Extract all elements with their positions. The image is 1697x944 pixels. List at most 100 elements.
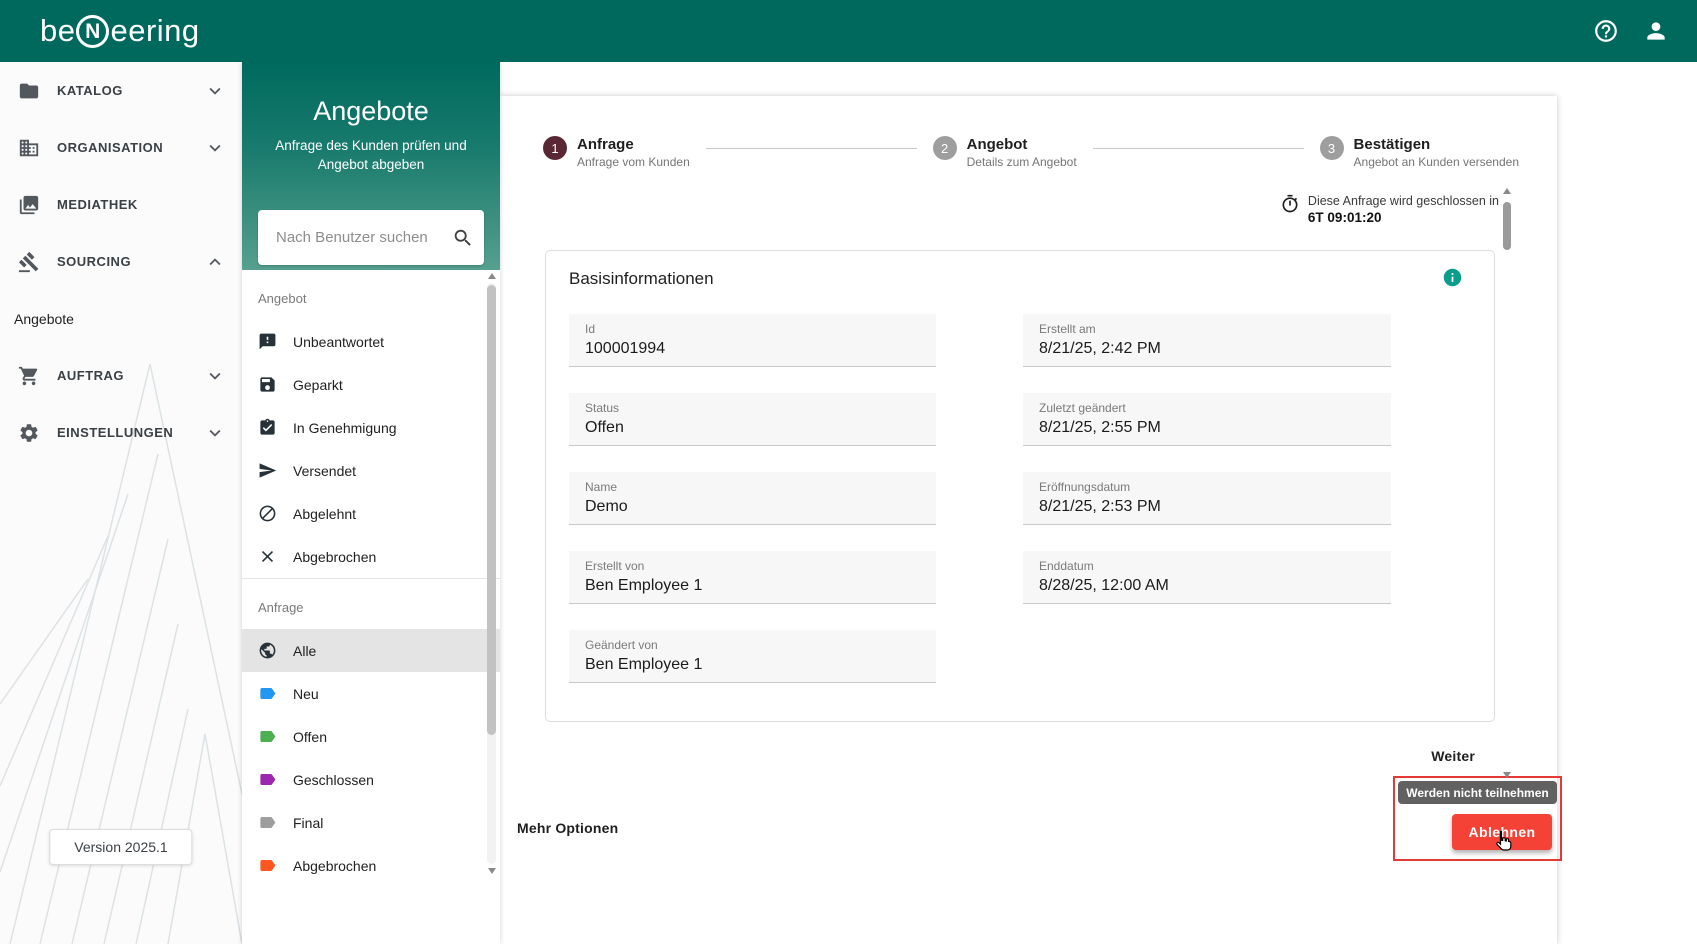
search-input[interactable] (276, 229, 452, 246)
content-sheet: 1 Anfrage Anfrage vom Kunden 2 Angebot D… (500, 96, 1557, 944)
step-number: 3 (1320, 136, 1344, 160)
sidebar: KATALOG ORGANISATION MEDIATHEK SOURCING … (0, 62, 242, 944)
filter-item-unbeantwortet[interactable]: Unbeantwortet (242, 320, 500, 363)
globe-icon (258, 641, 277, 660)
stepper-connector (1093, 148, 1304, 149)
stepper-connector (706, 148, 917, 149)
panel-subtitle: Anfrage des Kunden prüfen und Angebot ab… (242, 136, 500, 174)
step-angebot[interactable]: 2 Angebot Details zum Angebot (933, 136, 1077, 169)
filter-item-abgelehnt[interactable]: Abgelehnt (242, 492, 500, 535)
field-erstellt-von: Erstellt von Ben Employee 1 (569, 551, 936, 604)
step-bestaetigen[interactable]: 3 Bestätigen Angebot an Kunden versenden (1320, 136, 1519, 169)
gavel-icon (18, 251, 40, 273)
sidebar-item-label: ORGANISATION (57, 140, 187, 155)
label-icon (258, 770, 277, 789)
filter-item-offen[interactable]: Offen (242, 715, 500, 758)
sidebar-item-sourcing[interactable]: SOURCING (0, 233, 242, 290)
search-box (258, 210, 484, 265)
brand-suffix: eering (110, 13, 199, 49)
scroll-down-icon[interactable] (1503, 772, 1511, 778)
filter-item-geschlossen[interactable]: Geschlossen (242, 758, 500, 801)
account-icon[interactable] (1643, 18, 1669, 44)
scrollbar-thumb[interactable] (1503, 202, 1511, 250)
help-icon[interactable] (1593, 18, 1619, 44)
label-icon (258, 856, 277, 875)
sidebar-item-organisation[interactable]: ORGANISATION (0, 119, 242, 176)
sidebar-item-label: KATALOG (57, 83, 187, 98)
topbar-actions (1593, 18, 1669, 44)
sidebar-item-angebote[interactable]: Angebote (0, 290, 242, 347)
version-button[interactable]: Version 2025.1 (49, 829, 192, 865)
filter-item-abgebrochen[interactable]: Abgebrochen (242, 535, 500, 578)
panel-header: Angebote Anfrage des Kunden prüfen und A… (242, 62, 500, 270)
field-zuletzt-geaendert: Zuletzt geändert 8/21/25, 2:55 PM (1023, 393, 1391, 446)
chevron-up-icon (204, 251, 226, 273)
filter-item-geparkt[interactable]: Geparkt (242, 363, 500, 406)
filter-panel: Angebote Anfrage des Kunden prüfen und A… (242, 62, 500, 944)
brand-logo: be N eering (40, 13, 200, 49)
step-title: Angebot (967, 136, 1077, 153)
sidebar-item-auftrag[interactable]: AUFTRAG (0, 347, 242, 404)
field-erstellt-am: Erstellt am 8/21/25, 2:42 PM (1023, 314, 1391, 367)
chevron-down-icon (204, 422, 226, 444)
chevron-down-icon (204, 137, 226, 159)
sidebar-item-katalog[interactable]: KATALOG (0, 62, 242, 119)
scroll-up-icon[interactable] (488, 273, 496, 279)
label-icon (258, 727, 277, 746)
step-title: Bestätigen (1354, 136, 1519, 153)
filter-item-final[interactable]: Final (242, 801, 500, 844)
filter-item-neu[interactable]: Neu (242, 672, 500, 715)
save-icon (258, 375, 277, 394)
label-icon (258, 813, 277, 832)
scroll-down-icon[interactable] (488, 868, 496, 874)
step-number: 1 (543, 136, 567, 160)
main-content: 1 Anfrage Anfrage vom Kunden 2 Angebot D… (500, 62, 1697, 944)
unanswered-icon (258, 332, 277, 351)
decline-highlight-box: Werden nicht teilnehmen Ablehnen (1393, 776, 1562, 861)
step-anfrage[interactable]: 1 Anfrage Anfrage vom Kunden (543, 136, 690, 169)
sidebar-item-label: MEDIATHEK (57, 197, 226, 212)
chevron-down-icon (204, 365, 226, 387)
card-title: Basisinformationen (569, 269, 714, 289)
timer-icon (1280, 194, 1300, 214)
decline-tooltip: Werden nicht teilnehmen (1398, 781, 1557, 804)
sidebar-item-label: SOURCING (57, 254, 187, 269)
blocked-icon (258, 504, 277, 523)
step-subtitle: Anfrage vom Kunden (577, 155, 690, 169)
panel-scrollbar[interactable] (487, 273, 496, 874)
filter-item-in-genehmigung[interactable]: In Genehmigung (242, 406, 500, 449)
field-grid: Id 100001994 Erstellt am 8/21/25, 2:42 P… (569, 314, 1391, 683)
scroll-up-icon[interactable] (1503, 188, 1511, 194)
send-icon (258, 461, 277, 480)
filter-item-versendet[interactable]: Versendet (242, 449, 500, 492)
decline-button[interactable]: Ablehnen (1452, 814, 1552, 850)
media-library-icon (18, 194, 40, 216)
brand-n-circle: N (76, 15, 109, 48)
main-scrollbar[interactable] (1502, 188, 1512, 778)
basic-info-card: Basisinformationen Id 100001994 Erstellt… (545, 250, 1495, 722)
next-button[interactable]: Weiter (1423, 742, 1483, 770)
deadline-label: Diese Anfrage wird geschlossen in (1308, 194, 1499, 208)
scrollbar-thumb[interactable] (487, 285, 496, 735)
folder-icon (18, 80, 40, 102)
sidebar-item-einstellungen[interactable]: EINSTELLUNGEN (0, 404, 242, 461)
filter-item-alle[interactable]: Alle (242, 629, 500, 672)
filter-item-abgebrochen-anfrage[interactable]: Abgebrochen (242, 844, 500, 876)
search-icon[interactable] (452, 227, 474, 249)
panel-title: Angebote (242, 62, 500, 127)
sidebar-item-label: AUFTRAG (57, 368, 187, 383)
field-eroeffnungsdatum: Eröffnungsdatum 8/21/25, 2:53 PM (1023, 472, 1391, 525)
sidebar-subitem-label: Angebote (14, 311, 74, 327)
field-status: Status Offen (569, 393, 936, 446)
step-title: Anfrage (577, 136, 690, 153)
field-name: Name Demo (569, 472, 936, 525)
sidebar-item-label: EINSTELLUNGEN (57, 425, 187, 440)
info-icon[interactable] (1442, 267, 1463, 288)
section-header-anfrage: Anfrage (242, 579, 500, 629)
more-options-button[interactable]: Mehr Optionen (509, 812, 626, 844)
filter-list: Angebot Unbeantwortet Geparkt In Genehmi… (242, 270, 500, 876)
sidebar-item-mediathek[interactable]: MEDIATHEK (0, 176, 242, 233)
topbar: be N eering (0, 0, 1697, 62)
step-subtitle: Details zum Angebot (967, 155, 1077, 169)
wizard-stepper: 1 Anfrage Anfrage vom Kunden 2 Angebot D… (543, 136, 1519, 169)
